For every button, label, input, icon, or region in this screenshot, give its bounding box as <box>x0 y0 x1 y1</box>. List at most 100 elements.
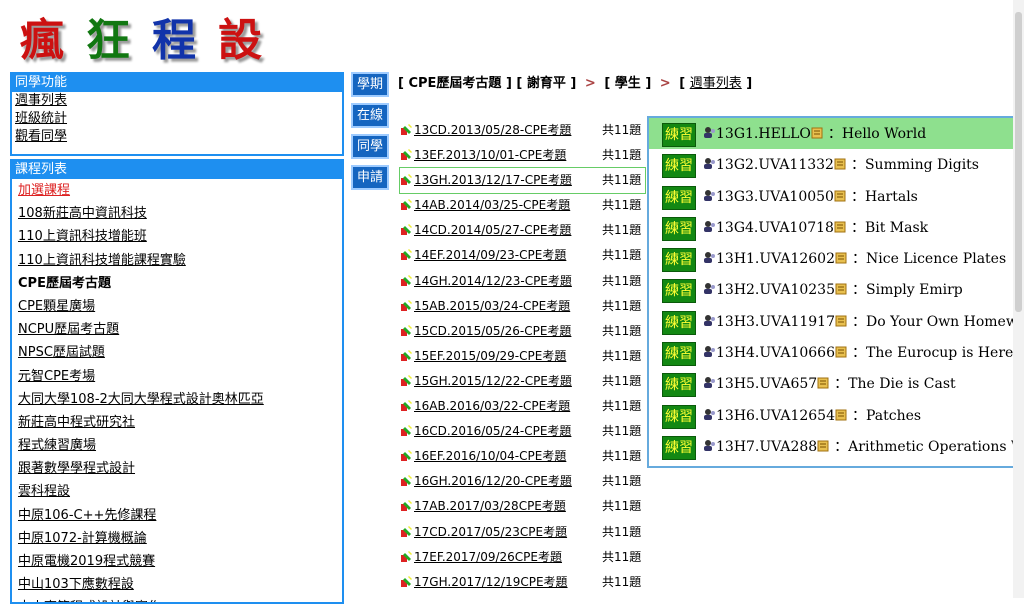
exam-row[interactable]: 13CD.2013/05/28-CPE考題 共11題 <box>400 118 645 143</box>
exam-link[interactable]: 15EF.2015/09/29-CPE考題 <box>414 349 566 363</box>
course-item[interactable]: CPE顆星廣場 <box>12 295 342 318</box>
problem-code[interactable]: 13H6.UVA12654 <box>716 408 835 424</box>
exam-link[interactable]: 15CD.2015/05/26-CPE考題 <box>414 324 571 338</box>
weekly-events-link[interactable]: 週事列表 <box>12 92 342 110</box>
exam-link[interactable]: 13CD.2013/05/28-CPE考題 <box>414 123 571 137</box>
exam-row[interactable]: 17AB.2017/03/28CPE考題 共11題 <box>400 494 645 519</box>
practice-button[interactable]: 練習 <box>662 279 696 304</box>
practice-text[interactable]: 13H1.UVA12602 ：Nice Licence Plates <box>703 248 1006 270</box>
semester-button[interactable]: 學期 <box>351 72 389 97</box>
exam-link[interactable]: 16AB.2016/03/22-CPE考題 <box>414 399 570 413</box>
problem-code[interactable]: 13H2.UVA10235 <box>716 282 835 298</box>
practice-button[interactable]: 練習 <box>662 435 696 460</box>
practice-button[interactable]: 練習 <box>662 342 696 367</box>
exam-link[interactable]: 13EF.2013/10/01-CPE考題 <box>414 148 566 162</box>
view-classmates-link[interactable]: 觀看同學 <box>12 128 342 146</box>
edit-note-icon[interactable] <box>834 187 847 202</box>
exam-row[interactable]: 14EF.2014/09/23-CPE考題 共11題 <box>400 243 645 268</box>
problem-code[interactable]: 13G3.UVA10050 <box>716 189 834 205</box>
exam-link[interactable]: 14CD.2014/05/27-CPE考題 <box>414 223 571 237</box>
exam-link[interactable]: 16GH.2016/12/20-CPE考題 <box>414 474 572 488</box>
exam-row[interactable]: 17EF.2017/09/26CPE考題 共11題 <box>400 545 645 570</box>
course-item[interactable]: 108新莊高中資訊科技 <box>12 202 342 225</box>
course-item[interactable]: CPE歷屆考古題 <box>12 272 342 295</box>
exam-link[interactable]: 13GH.2013/12/17-CPE考題 <box>414 173 572 187</box>
practice-text[interactable]: 13H4.UVA10666 ：The Eurocup is Here! <box>703 342 1019 364</box>
exam-row[interactable]: 13EF.2013/10/01-CPE考題 共11題 <box>400 143 645 168</box>
exam-link[interactable]: 14GH.2014/12/23-CPE考題 <box>414 274 572 288</box>
exam-row[interactable]: 15GH.2015/12/22-CPE考題 共11題 <box>400 369 645 394</box>
page-scrollbar[interactable] <box>1013 0 1024 598</box>
exam-row[interactable]: 16AB.2016/03/22-CPE考題 共11題 <box>400 394 645 419</box>
course-item[interactable]: 新莊高中程式研究社 <box>12 411 342 434</box>
practice-text[interactable]: 13H2.UVA10235 ：Simply Emirp <box>703 279 963 301</box>
edit-note-icon[interactable] <box>835 312 848 327</box>
edit-note-icon[interactable] <box>817 437 830 452</box>
course-item[interactable]: 110上資訊科技增能班 <box>12 225 342 248</box>
course-item[interactable]: 中山103下應數程設 <box>12 573 342 596</box>
exam-link[interactable]: 15AB.2015/03/24-CPE考題 <box>414 299 570 313</box>
edit-note-icon[interactable] <box>817 374 830 389</box>
practice-button[interactable]: 練習 <box>662 373 696 398</box>
exam-row[interactable]: 17CD.2017/05/23CPE考題 共11題 <box>400 520 645 545</box>
course-item[interactable]: 雲科程設 <box>12 480 342 503</box>
classmates-button[interactable]: 同學 <box>351 134 389 159</box>
problem-code[interactable]: 13G1.HELLO <box>716 126 811 142</box>
exam-row[interactable]: 16CD.2016/05/24-CPE考題 共11題 <box>400 419 645 444</box>
edit-note-icon[interactable] <box>834 155 847 170</box>
practice-button[interactable]: 練習 <box>662 123 696 147</box>
course-item[interactable]: 程式練習廣場 <box>12 434 342 457</box>
exam-row[interactable]: 16EF.2016/10/04-CPE考題 共11題 <box>400 444 645 469</box>
course-item[interactable]: 跟著數學學程式設計 <box>12 457 342 480</box>
exam-link[interactable]: 17AB.2017/03/28CPE考題 <box>414 499 566 513</box>
exam-row[interactable]: 14CD.2014/05/27-CPE考題 共11題 <box>400 218 645 243</box>
practice-button[interactable]: 練習 <box>662 154 696 179</box>
practice-button[interactable]: 練習 <box>662 185 696 210</box>
practice-text[interactable]: 13H5.UVA657 ：The Die is Cast <box>703 373 956 395</box>
exam-row[interactable]: 17GH.2017/12/19CPE考題 共11題 <box>400 570 645 595</box>
breadcrumb-teacher[interactable]: [ 謝育平 ] <box>516 76 576 91</box>
course-item[interactable]: 中原1072-計算機概論 <box>12 527 342 550</box>
course-item[interactable]: 中原106-C++先修課程 <box>12 504 342 527</box>
exam-row[interactable]: 16GH.2016/12/20-CPE考題 共11題 <box>400 469 645 494</box>
practice-text[interactable]: 13G1.HELLO ：Hello World <box>703 123 926 145</box>
exam-row[interactable]: 15AB.2015/03/24-CPE考題 共11題 <box>400 294 645 319</box>
edit-note-icon[interactable] <box>834 218 847 233</box>
exam-link[interactable]: 14EF.2014/09/23-CPE考題 <box>414 248 566 262</box>
course-item[interactable]: 中原電機2019程式競賽 <box>12 550 342 573</box>
exam-link[interactable]: 16CD.2016/05/24-CPE考題 <box>414 424 571 438</box>
practice-text[interactable]: 13H6.UVA12654 ：Patches <box>703 405 921 427</box>
practice-text[interactable]: 13H7.UVA288 ：Arithmetic Operations With L… <box>703 436 1024 458</box>
exam-row[interactable]: 14GH.2014/12/23-CPE考題 共11題 <box>400 269 645 294</box>
edit-note-icon[interactable] <box>835 280 848 295</box>
practice-button[interactable]: 練習 <box>662 216 696 241</box>
course-item[interactable]: NPSC歷屆試題 <box>12 341 342 364</box>
exam-link[interactable]: 17GH.2017/12/19CPE考題 <box>414 575 568 589</box>
exam-link[interactable]: 17EF.2017/09/26CPE考題 <box>414 550 562 564</box>
practice-text[interactable]: 13H3.UVA11917 ：Do Your Own Homework <box>703 311 1024 333</box>
edit-note-icon[interactable] <box>835 249 848 264</box>
edit-note-icon[interactable] <box>835 343 848 358</box>
exam-row[interactable]: 14AB.2014/03/25-CPE考題 共11題 <box>400 193 645 218</box>
exam-link[interactable]: 14AB.2014/03/25-CPE考題 <box>414 198 570 212</box>
practice-text[interactable]: 13G4.UVA10718 ：Bit Mask <box>703 217 928 239</box>
course-item[interactable]: NCPU歷屆考古題 <box>12 318 342 341</box>
practice-button[interactable]: 練習 <box>662 310 696 335</box>
exam-row[interactable]: 15CD.2015/05/26-CPE考題 共11題 <box>400 319 645 344</box>
problem-code[interactable]: 13G4.UVA10718 <box>716 220 834 236</box>
problem-code[interactable]: 13H7.UVA288 <box>716 439 817 455</box>
course-item[interactable]: 元智CPE考場 <box>12 365 342 388</box>
apply-button[interactable]: 申請 <box>351 165 389 190</box>
problem-code[interactable]: 13G2.UVA11332 <box>716 157 834 173</box>
course-item[interactable]: 大同大學108-2大同大學程式設計奧林匹亞 <box>12 388 342 411</box>
course-item[interactable]: 加選課程 <box>12 179 342 202</box>
practice-button[interactable]: 練習 <box>662 248 696 273</box>
class-stats-link[interactable]: 班級統計 <box>12 110 342 128</box>
exam-link[interactable]: 16EF.2016/10/04-CPE考題 <box>414 449 566 463</box>
breadcrumb-course[interactable]: [ CPE歷屆考古題 ] <box>398 76 512 91</box>
edit-note-icon[interactable] <box>811 124 824 139</box>
course-item[interactable]: 110上資訊科技增能課程實驗 <box>12 249 342 272</box>
scrollbar-thumb[interactable] <box>1015 12 1022 312</box>
practice-button[interactable]: 練習 <box>662 404 696 429</box>
edit-note-icon[interactable] <box>835 406 848 421</box>
